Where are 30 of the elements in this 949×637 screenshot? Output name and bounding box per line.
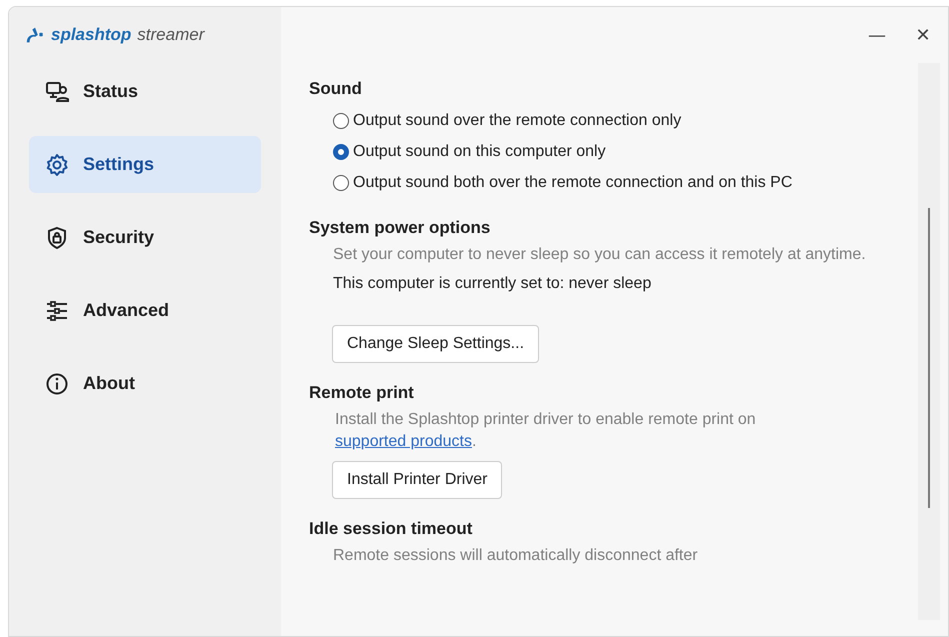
sidebar-item[interactable]: Security	[29, 209, 261, 266]
section-heading: Remote print	[309, 383, 415, 403]
close-button[interactable]: ✕	[906, 24, 940, 46]
radio-option[interactable]: Output sound on this computer only	[333, 136, 918, 167]
radio-option[interactable]: Output sound over the remote connection only	[333, 105, 918, 136]
radio-option[interactable]: Output sound both over the remote connection and on this PC	[333, 167, 918, 198]
minimize-button[interactable]: —	[860, 24, 894, 46]
description-text: Set your computer to never sleep so you can access it remotely at anytime.	[333, 245, 867, 265]
product-name: streamer	[137, 25, 204, 45]
scrollbar[interactable]	[918, 63, 940, 620]
sidebar-item[interactable]: Status	[29, 63, 261, 120]
sidebar-item[interactable]: Settings	[29, 136, 261, 193]
sidebar-item[interactable]: Advanced	[29, 282, 261, 339]
monitor-person-icon	[45, 80, 69, 104]
action-button[interactable]: Install Printer Driver	[332, 461, 502, 499]
sidebar-item[interactable]: About	[29, 355, 261, 412]
scrollbar-thumb[interactable]	[928, 208, 930, 508]
info-icon	[45, 372, 69, 396]
section-heading: System power options	[309, 218, 492, 238]
brand-name: splashtop	[51, 25, 132, 45]
description-text: Remote sessions will automatically disconnect after	[333, 546, 699, 566]
settings-icon	[45, 152, 69, 176]
description-text: Install the Splashtop printer driver to enable remote print on supported products.	[335, 410, 757, 452]
supported-products-link[interactable]: supported products	[335, 433, 472, 450]
section-heading: Sound	[309, 79, 363, 99]
action-button[interactable]: Change Sleep Settings...	[332, 325, 540, 363]
sliders-icon	[45, 298, 69, 322]
shield-lock-icon	[45, 226, 69, 250]
section-heading: Idle session timeout	[309, 519, 474, 539]
status-text: This computer is currently set to: never sleep	[333, 275, 652, 293]
